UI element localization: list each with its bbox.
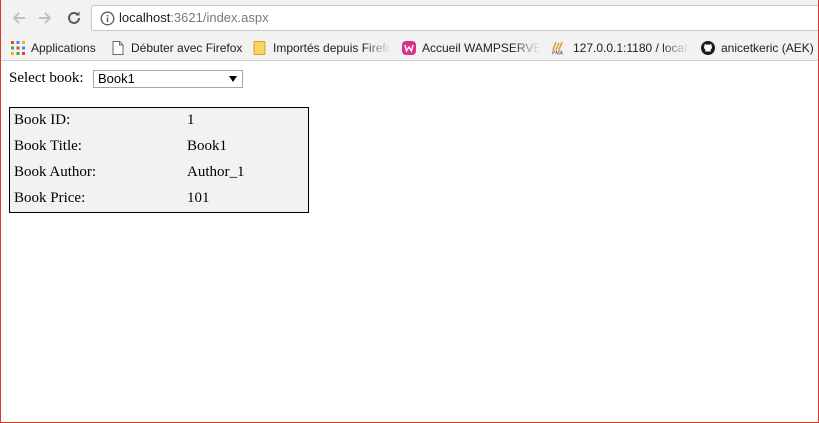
- phpmyadmin-icon: PMA: [551, 41, 567, 55]
- url-path: :3621/index.aspx: [170, 10, 269, 25]
- apps-grid-icon: [11, 41, 25, 55]
- page-icon: [111, 41, 125, 55]
- wamp-icon: [402, 41, 416, 55]
- browser-toolbar: localhost:3621/index.aspx: [1, 0, 818, 36]
- url-host: localhost: [119, 10, 171, 25]
- detail-label: Book Price:: [14, 190, 86, 206]
- address-bar[interactable]: localhost:3621/index.aspx: [91, 5, 818, 31]
- dropdown-arrow-icon: [229, 76, 237, 82]
- detail-label: Book Author:: [14, 164, 97, 180]
- detail-value: Book1: [187, 138, 228, 154]
- book-details-table: Book ID: 1 Book Title: Book1 Book Author…: [9, 107, 309, 213]
- back-arrow-icon: [12, 12, 25, 24]
- select-book-label: Select book:: [9, 70, 84, 86]
- bookmark-label: 127.0.0.1:1180 / localhost: [573, 41, 689, 55]
- detail-value: 1: [187, 112, 195, 128]
- bookmark-label: Importés depuis Firefox: [273, 41, 391, 55]
- bookmark-applications[interactable]: Applications: [11, 36, 96, 60]
- folder-icon: [253, 41, 267, 55]
- reload-button[interactable]: [64, 8, 84, 28]
- forward-arrow-icon: [39, 12, 52, 24]
- detail-value: 101: [187, 190, 210, 206]
- svg-text:PMA: PMA: [552, 51, 564, 56]
- info-icon[interactable]: [100, 11, 115, 26]
- bookmark-github[interactable]: anicetkeric (AEK): [701, 36, 814, 60]
- back-button[interactable]: [9, 8, 29, 28]
- bookmark-wampserver[interactable]: Accueil WAMPSERVER: [402, 36, 540, 60]
- detail-label: Book Title:: [14, 138, 82, 154]
- bookmark-phpmyadmin[interactable]: PMA 127.0.0.1:1180 / localhost: [551, 36, 689, 60]
- bookmarks-bar: Applications Débuter avec Firefox Import…: [1, 36, 818, 61]
- bookmark-label: Débuter avec Firefox: [131, 41, 243, 55]
- browser-window: localhost:3621/index.aspx Applications D…: [0, 0, 819, 423]
- github-icon: [701, 41, 715, 55]
- bookmark-label: Accueil WAMPSERVER: [422, 41, 540, 55]
- bookmark-label: Applications: [31, 41, 96, 55]
- detail-value: Author_1: [187, 164, 245, 180]
- reload-icon: [68, 11, 80, 24]
- book-dropdown[interactable]: Book1: [93, 70, 243, 88]
- url-text: localhost:3621/index.aspx: [119, 10, 269, 25]
- bookmark-label: anicetkeric (AEK): [721, 41, 814, 55]
- bookmark-debuter-firefox[interactable]: Débuter avec Firefox: [111, 36, 242, 60]
- detail-label: Book ID:: [14, 112, 71, 128]
- book-dropdown-value: Book1: [98, 71, 135, 86]
- forward-button[interactable]: [35, 8, 55, 28]
- bookmark-importes-firefox[interactable]: Importés depuis Firefox: [253, 36, 391, 60]
